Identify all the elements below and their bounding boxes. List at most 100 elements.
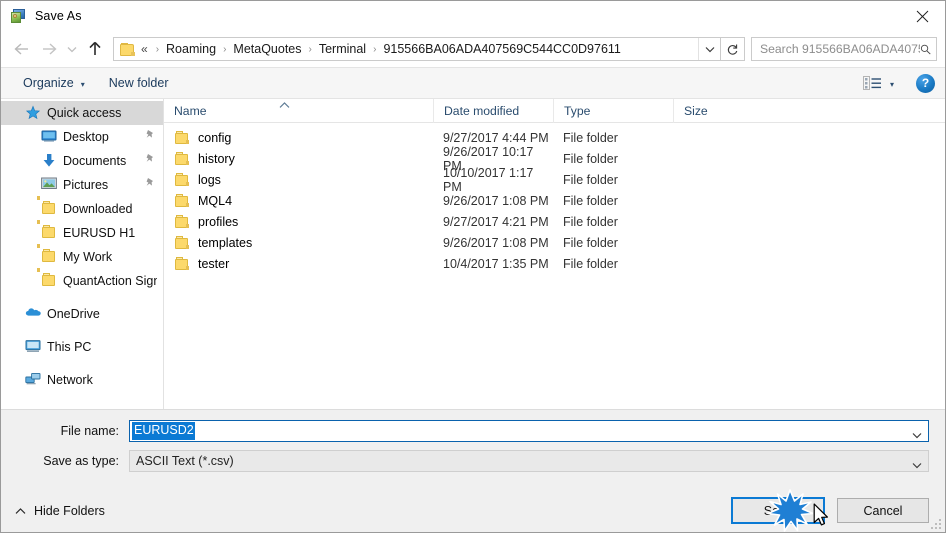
save-button[interactable]: Save — [731, 497, 825, 524]
folder-icon — [37, 220, 57, 241]
title-bar: Save As — [1, 1, 945, 31]
breadcrumb-separator: › — [155, 43, 160, 55]
sidebar-item-my-work[interactable]: My Work — [1, 244, 163, 269]
recent-locations-button[interactable] — [63, 35, 81, 63]
refresh-icon — [727, 43, 738, 55]
save-as-icon — [11, 8, 27, 24]
column-header-date-modified[interactable]: Date modified — [433, 98, 553, 123]
table-row[interactable]: MQL4 9/26/2017 1:08 PM File folder — [164, 190, 945, 211]
file-type-cell: File folder — [563, 172, 618, 187]
sidebar-item-network[interactable]: Network — [1, 368, 163, 392]
up-button[interactable] — [81, 35, 109, 63]
navigation-bar: « › Roaming › MetaQuotes › Terminal › 91… — [1, 31, 945, 67]
file-date-cell: 10/10/2017 1:17 PM — [443, 165, 534, 194]
save-as-type-value: ASCII Text (*.csv) — [136, 454, 234, 468]
table-row[interactable]: tester 10/4/2017 1:35 PM File folder — [164, 253, 945, 274]
file-type-cell: File folder — [563, 214, 618, 229]
column-header-label: Name — [174, 103, 207, 118]
refresh-button[interactable] — [721, 37, 745, 61]
chevron-down-icon[interactable] — [912, 428, 922, 442]
column-header-type[interactable]: Type — [553, 98, 673, 123]
save-label: Save — [763, 503, 793, 518]
table-row[interactable]: templates 9/26/2017 1:08 PM File folder — [164, 232, 945, 253]
sidebar-item-documents[interactable]: Documents — [1, 149, 163, 173]
folder-icon — [174, 172, 190, 187]
table-row[interactable]: config 9/27/2017 4:44 PM File folder — [164, 127, 945, 148]
save-as-dialog: Save As « › Roaming › MetaQuotes › Termi… — [0, 0, 946, 533]
file-name-label: history — [198, 151, 235, 166]
save-as-type-select[interactable]: ASCII Text (*.csv) — [129, 450, 929, 472]
file-date-cell: 9/26/2017 1:08 PM — [443, 235, 549, 250]
file-name-value[interactable]: EURUSD2 — [132, 422, 195, 440]
sidebar-item-label: This PC — [47, 340, 92, 354]
back-arrow-icon — [13, 43, 28, 55]
address-dropdown-button[interactable] — [698, 38, 720, 60]
file-type-cell: File folder — [563, 256, 618, 271]
address-bar[interactable]: « › Roaming › MetaQuotes › Terminal › 91… — [113, 37, 721, 61]
table-row[interactable]: history 9/26/2017 10:17 PM File folder — [164, 145, 945, 173]
sidebar-item-downloaded[interactable]: Downloaded — [1, 196, 163, 221]
forward-button[interactable] — [35, 35, 63, 63]
sidebar-item-label: Desktop — [63, 130, 109, 144]
column-headers: Name Date modified Type Size — [164, 98, 945, 123]
resize-grip[interactable] — [929, 517, 941, 529]
sidebar-item-eurusd-h1[interactable]: EURUSD H1 — [1, 220, 163, 245]
sidebar-item-label: OneDrive — [47, 307, 100, 321]
sidebar-item-quick-access[interactable]: Quick access — [1, 101, 163, 125]
breadcrumb-item-terminal[interactable]: Terminal — [317, 42, 368, 56]
file-name-cell: config — [164, 130, 433, 145]
close-button[interactable] — [899, 1, 945, 31]
folder-icon — [174, 151, 190, 166]
hide-folders-button[interactable]: Hide Folders — [11, 504, 105, 518]
file-name-label: templates — [198, 235, 253, 250]
sidebar-item-label: Pictures — [63, 178, 109, 192]
pin-icon[interactable] — [145, 177, 155, 192]
command-toolbar: Organize ▾ New folder ▾ ? — [1, 67, 945, 99]
column-header-size[interactable]: Size — [673, 98, 747, 123]
breadcrumb-item-roaming[interactable]: Roaming — [164, 42, 218, 56]
breadcrumb-separator: › — [223, 43, 227, 55]
sidebar-item-label: Quick access — [47, 106, 122, 120]
cancel-button[interactable]: Cancel — [837, 498, 929, 523]
column-header-name[interactable]: Name — [164, 99, 433, 123]
cancel-label: Cancel — [863, 503, 903, 518]
organize-button[interactable]: Organize ▾ — [15, 73, 93, 93]
view-options-button[interactable]: ▾ — [857, 73, 900, 94]
breadcrumb-item-metaquotes[interactable]: MetaQuotes — [231, 42, 303, 56]
breadcrumb-overflow[interactable]: « — [139, 42, 151, 56]
file-type-cell: File folder — [563, 130, 618, 145]
file-name-row: File name: EURUSD2 — [17, 420, 929, 442]
file-date-cell: 9/27/2017 4:21 PM — [443, 214, 549, 229]
file-name-input[interactable]: EURUSD2 — [129, 420, 929, 442]
folder-icon — [37, 268, 57, 289]
sidebar-item-pictures[interactable]: Pictures — [1, 173, 163, 197]
file-type-cell: File folder — [563, 235, 618, 250]
sidebar-item-quantaction-signal[interactable]: QuantAction Signal — [1, 268, 163, 293]
chevron-down-icon[interactable] — [912, 458, 922, 472]
back-button[interactable] — [7, 35, 35, 63]
table-row[interactable]: profiles 9/27/2017 4:21 PM File folder — [164, 211, 945, 232]
chevron-down-icon: ▾ — [80, 79, 85, 89]
search-input[interactable]: Search 915566BA06ADA40756... — [760, 42, 920, 56]
help-button[interactable]: ? — [916, 73, 935, 93]
search-box[interactable]: Search 915566BA06ADA40756... — [751, 37, 937, 61]
pin-icon[interactable] — [145, 129, 155, 144]
forward-arrow-icon — [42, 43, 57, 55]
save-form: File name: EURUSD2 Save as type: ASCII T… — [1, 409, 945, 488]
breadcrumb-item-terminal-id[interactable]: 915566BA06ADA407569C544CC0D97611 — [381, 42, 622, 56]
sidebar-item-this-pc[interactable]: This PC — [1, 335, 163, 359]
new-folder-button[interactable]: New folder — [101, 73, 177, 93]
documents-download-icon — [41, 153, 57, 169]
sidebar-item-onedrive[interactable]: OneDrive — [1, 302, 163, 326]
table-row[interactable]: logs 10/10/2017 1:17 PM File folder — [164, 166, 945, 194]
pin-icon[interactable] — [145, 153, 155, 168]
close-icon — [916, 10, 928, 22]
star-icon — [25, 105, 41, 121]
sidebar-item-desktop[interactable]: Desktop — [1, 125, 163, 149]
sidebar-item-label: EURUSD H1 — [63, 226, 136, 240]
column-header-label: Date modified — [444, 103, 520, 118]
file-name-label: config — [198, 130, 232, 145]
